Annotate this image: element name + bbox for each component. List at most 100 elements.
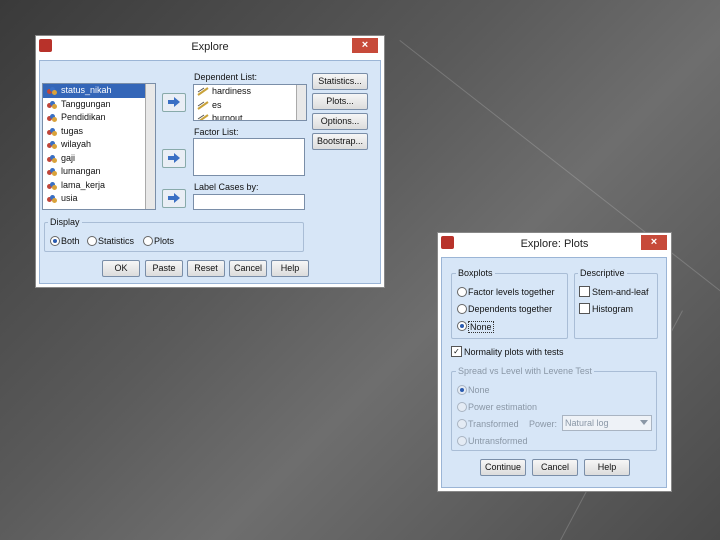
variable-name: Pendidikan xyxy=(61,112,106,122)
cancel-button[interactable]: Cancel xyxy=(532,459,578,476)
bootstrap-button[interactable]: Bootstrap... xyxy=(312,133,368,150)
variable-name: Tanggungan xyxy=(61,98,111,109)
variable-list-item[interactable]: tugas xyxy=(43,125,155,139)
factor-list-label: Factor List: xyxy=(194,127,239,137)
transformed-label: Transformed xyxy=(468,419,519,429)
variable-name: gaji xyxy=(61,152,76,163)
paste-button[interactable]: Paste xyxy=(145,260,183,277)
factor-levels-together-label: Factor levels together xyxy=(468,287,555,297)
nominal-variable-icon xyxy=(47,168,57,176)
variable-list-item[interactable]: lumangan xyxy=(43,165,155,179)
variable-name: status_nikah xyxy=(61,85,112,95)
ok-button[interactable]: OK xyxy=(102,260,140,277)
power-select-value: Natural log xyxy=(565,418,609,428)
cancel-button[interactable]: Cancel xyxy=(229,260,267,277)
scale-variable-icon xyxy=(197,87,209,96)
close-button[interactable]: × xyxy=(352,38,378,53)
variable-list-item[interactable]: wilayah xyxy=(43,138,155,152)
chevron-down-icon xyxy=(640,420,648,425)
display-statistics-radio[interactable] xyxy=(87,236,97,246)
scale-variable-icon xyxy=(197,100,209,110)
statistics-button[interactable]: Statistics... xyxy=(312,73,368,90)
descriptive-group-label: Descriptive xyxy=(578,268,627,278)
boxplots-group-label: Boxplots xyxy=(456,268,495,278)
stem-and-leaf-label: Stem-and-leaf xyxy=(592,287,649,297)
variable-name: lumangan xyxy=(61,166,101,176)
boxplot-none-label: None xyxy=(468,321,494,333)
explore-dialog: Explore × status_nikah Tanggungan Pendidik… xyxy=(36,36,384,287)
display-both-radio[interactable] xyxy=(50,236,60,246)
nominal-variable-icon xyxy=(47,87,57,95)
dependent-list-scrollbar[interactable] xyxy=(296,85,306,120)
variable-name: tugas xyxy=(61,125,84,136)
explore-titlebar: Explore × xyxy=(36,36,384,58)
power-estimation-label: Power estimation xyxy=(468,402,538,412)
nominal-variable-icon xyxy=(47,154,57,163)
nominal-variable-icon xyxy=(47,181,57,190)
variable-name: wilayah xyxy=(61,139,92,149)
nominal-variable-icon xyxy=(47,195,57,203)
plots-dialog: Explore: Plots × Boxplots Factor levels … xyxy=(438,233,671,491)
dependent-list-item[interactable]: es xyxy=(194,99,306,113)
variable-name: lama_kerja xyxy=(61,179,106,190)
dependent-variable-name: burnout xyxy=(212,113,243,121)
variable-name: usia xyxy=(61,193,78,203)
dependent-variable-name: es xyxy=(212,99,222,110)
histogram-checkbox[interactable] xyxy=(579,303,590,314)
variable-list-item[interactable]: usia xyxy=(43,192,155,206)
dependent-variable-name: hardiness xyxy=(212,86,252,96)
move-to-factor-button[interactable] xyxy=(162,149,186,168)
reset-button[interactable]: Reset xyxy=(187,260,225,277)
options-button[interactable]: Options... xyxy=(312,113,368,130)
help-button[interactable]: Help xyxy=(271,260,309,277)
dependents-together-radio[interactable] xyxy=(457,304,467,314)
dependent-list[interactable]: hardiness es burnout xyxy=(193,84,307,121)
arrow-right-icon xyxy=(168,193,180,203)
transformed-radio[interactable] xyxy=(457,419,467,429)
display-plots-label: Plots xyxy=(154,236,175,246)
move-to-dependent-button[interactable] xyxy=(162,93,186,112)
plots-body: Boxplots Factor levels together Dependen… xyxy=(441,257,667,488)
arrow-right-icon xyxy=(168,153,180,163)
spread-level-group-label: Spread vs Level with Levene Test xyxy=(456,366,594,376)
variable-list-item[interactable]: Pendidikan xyxy=(43,111,155,125)
spread-none-label: None xyxy=(468,385,490,395)
spread-none-radio[interactable] xyxy=(457,385,467,395)
factor-list[interactable] xyxy=(193,138,305,176)
stem-and-leaf-checkbox[interactable] xyxy=(579,286,590,297)
variable-list-item[interactable]: lama_kerja xyxy=(43,179,155,193)
close-button[interactable]: × xyxy=(641,235,667,250)
untransformed-radio[interactable] xyxy=(457,436,467,446)
variable-list-item[interactable]: Tanggungan xyxy=(43,98,155,112)
untransformed-label: Untransformed xyxy=(468,436,528,446)
power-select[interactable]: Natural log xyxy=(562,415,652,431)
display-plots-radio[interactable] xyxy=(143,236,153,246)
nominal-variable-icon xyxy=(47,100,57,109)
scale-variable-icon xyxy=(197,114,209,120)
nominal-variable-icon xyxy=(47,114,57,122)
factor-levels-together-radio[interactable] xyxy=(457,287,467,297)
power-estimation-radio[interactable] xyxy=(457,402,467,412)
plots-button[interactable]: Plots... xyxy=(312,93,368,110)
dependents-together-label: Dependents together xyxy=(468,304,553,314)
display-both-label: Both xyxy=(61,236,80,246)
help-button[interactable]: Help xyxy=(584,459,630,476)
normality-plots-label: Normality plots with tests xyxy=(464,347,564,357)
label-cases-field[interactable] xyxy=(193,194,305,210)
variable-list-item[interactable]: status_nikah xyxy=(43,84,155,98)
label-cases-label: Label Cases by: xyxy=(194,182,259,192)
nominal-variable-icon xyxy=(47,127,57,136)
dependent-list-item[interactable]: burnout xyxy=(194,112,306,121)
continue-button[interactable]: Continue xyxy=(480,459,526,476)
normality-plots-checkbox[interactable]: ✓ xyxy=(451,346,462,357)
nominal-variable-icon xyxy=(47,141,57,149)
dependent-list-item[interactable]: hardiness xyxy=(194,85,306,99)
move-to-label-cases-button[interactable] xyxy=(162,189,186,208)
variable-list-item[interactable]: gaji xyxy=(43,152,155,166)
boxplot-none-radio[interactable] xyxy=(457,321,467,331)
variable-list-scrollbar[interactable] xyxy=(145,84,155,209)
histogram-label: Histogram xyxy=(592,304,634,314)
dependent-list-label: Dependent List: xyxy=(194,72,258,82)
explore-body: status_nikah Tanggungan Pendidikan tugas wil… xyxy=(39,60,381,284)
source-variable-list[interactable]: status_nikah Tanggungan Pendidikan tugas wil… xyxy=(42,83,156,210)
